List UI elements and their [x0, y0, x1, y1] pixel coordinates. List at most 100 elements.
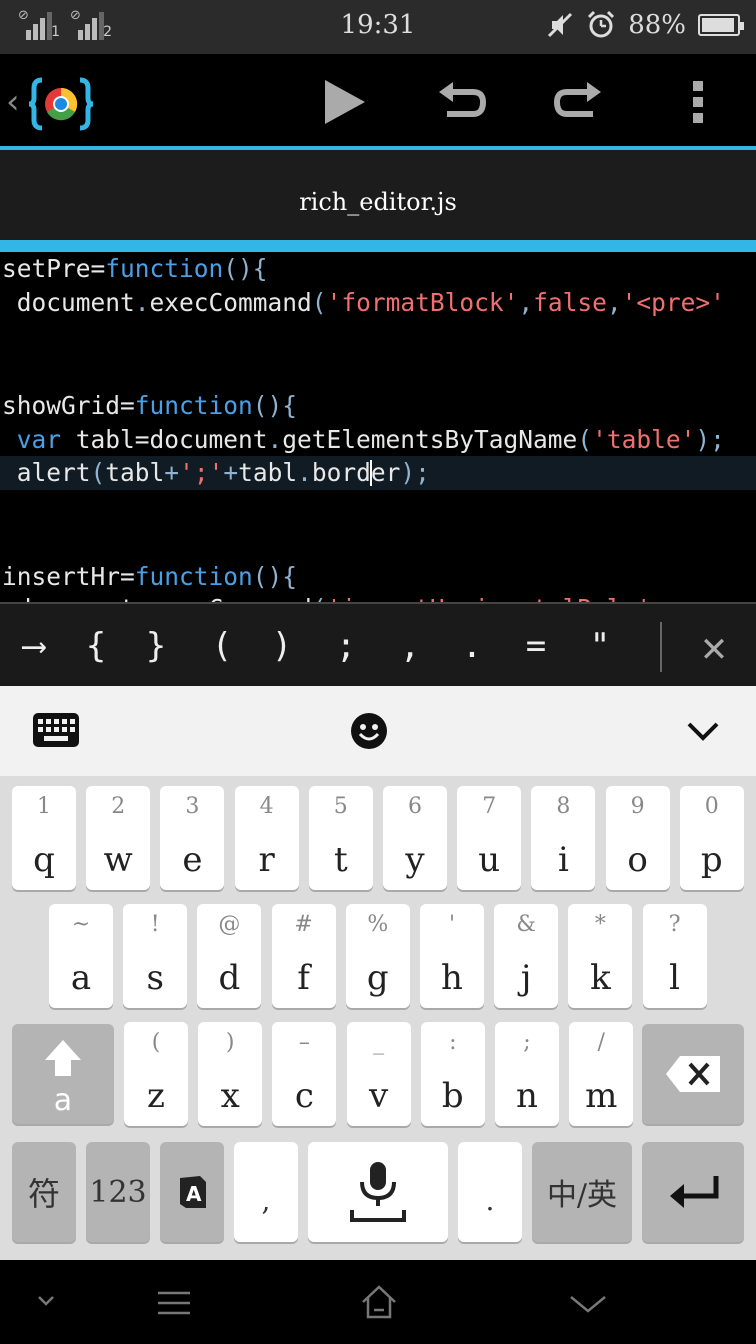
symbol-close-brace[interactable]: }: [126, 604, 186, 688]
key-z[interactable]: (z: [124, 1022, 188, 1126]
shift-key[interactable]: a: [12, 1024, 114, 1124]
key-i[interactable]: 8i: [531, 786, 596, 890]
code-editor[interactable]: setPre=function(){ document.execCommand(…: [0, 252, 756, 602]
key-main-label: h: [441, 958, 463, 998]
key-alt-label: :: [449, 1030, 457, 1055]
key-alt-label: /: [597, 1030, 605, 1055]
key-g[interactable]: % g: [345, 904, 410, 1008]
status-bar: ⊘ 1 ⊘ 2 19:31 88%: [0, 0, 756, 54]
backspace-icon: [666, 1056, 720, 1092]
tab-key[interactable]: ⟶: [4, 604, 64, 688]
key-alt-label: *: [594, 912, 606, 937]
key-e[interactable]: 3e: [160, 786, 225, 890]
key-main-label: p: [700, 840, 723, 880]
shift-arrow-icon: [45, 1040, 81, 1076]
nav-home-icon[interactable]: [360, 1284, 398, 1320]
key-y[interactable]: 6y: [383, 786, 447, 890]
code-line-7-current[interactable]: alert(tabl+';'+tabl.border);: [0, 456, 756, 490]
key-alt-label: ?: [668, 912, 681, 937]
space-voice-key[interactable]: [308, 1142, 448, 1242]
keyboard-switch-icon[interactable]: [32, 712, 80, 748]
shift-key-label: a: [53, 1083, 73, 1118]
key-h[interactable]: ' h: [420, 904, 484, 1008]
key-alt-label: @: [218, 912, 241, 937]
input-method-key[interactable]: A: [160, 1142, 224, 1242]
key-d[interactable]: @ d: [197, 904, 262, 1008]
code-line-2[interactable]: document.execCommand('formatBlock',false…: [2, 286, 725, 320]
key-main-label: x: [220, 1076, 240, 1116]
key-alt-label: 2: [111, 794, 126, 819]
key-a[interactable]: ~ a: [49, 904, 113, 1008]
symbol-open-paren[interactable]: (: [192, 604, 252, 688]
key-main-label: j: [520, 958, 532, 998]
key-main-label: i: [557, 840, 569, 880]
symbol-quote[interactable]: ": [570, 604, 630, 688]
key-alt-label: 7: [482, 794, 497, 819]
key-p[interactable]: 0p: [679, 786, 744, 890]
code-line-10[interactable]: insertHr=function(){: [2, 560, 297, 594]
hide-keyboard-chevron-icon[interactable]: [686, 720, 720, 742]
key-m[interactable]: / m: [569, 1022, 634, 1126]
key-alt-label: ): [225, 1030, 235, 1055]
key-main-label: y: [405, 840, 425, 880]
close-symbol-bar-icon[interactable]: ✕: [676, 604, 752, 688]
symbol-period[interactable]: .: [442, 604, 502, 688]
enter-key[interactable]: [642, 1142, 744, 1242]
run-button[interactable]: [312, 70, 376, 134]
code-line-5[interactable]: showGrid=function(){: [2, 389, 297, 423]
code-line-11-partial[interactable]: document.execCommand('insertHorizontalRu…: [2, 592, 651, 602]
key-j[interactable]: & j: [494, 904, 559, 1008]
key-x[interactable]: ) x: [198, 1022, 263, 1126]
key-main-label: f: [297, 958, 310, 998]
app-logo-icon[interactable]: [28, 74, 94, 134]
key-s[interactable]: ! s: [123, 904, 188, 1008]
key-f[interactable]: # f: [271, 904, 336, 1008]
key-alt-label: 3: [185, 794, 200, 819]
symbol-open-brace[interactable]: {: [66, 604, 126, 688]
input-method-icon: A: [180, 1176, 206, 1208]
undo-button[interactable]: [430, 70, 494, 134]
key-r[interactable]: 4r: [234, 786, 299, 890]
period-key[interactable]: .: [458, 1142, 522, 1242]
key-o[interactable]: 9o: [605, 786, 670, 890]
key-u[interactable]: 7u: [457, 786, 522, 890]
comma-key[interactable]: ,: [234, 1142, 298, 1242]
redo-icon: [553, 82, 601, 117]
nav-menu-icon[interactable]: [156, 1290, 192, 1316]
key-k[interactable]: * k: [568, 904, 633, 1008]
key-v[interactable]: _ v: [346, 1022, 411, 1126]
redo-button[interactable]: [546, 70, 610, 134]
backspace-key[interactable]: [642, 1024, 744, 1124]
overflow-menu-icon: [693, 81, 703, 123]
key-main-label: g: [366, 958, 389, 998]
language-switch-key[interactable]: 中/英: [532, 1142, 632, 1242]
battery-percent: 88%: [628, 10, 686, 40]
code-line-6[interactable]: var tabl=document.getElementsByTagName('…: [2, 423, 725, 457]
mute-icon: [548, 12, 573, 38]
key-b[interactable]: :b: [420, 1022, 485, 1126]
svg-text:A: A: [186, 1182, 202, 1206]
key-l[interactable]: ? l: [642, 904, 707, 1008]
battery-icon: [698, 14, 744, 36]
key-c[interactable]: – c: [272, 1022, 337, 1126]
key-q[interactable]: 1q: [12, 786, 76, 890]
symbol-equals[interactable]: =: [506, 604, 566, 688]
emoji-icon[interactable]: [350, 712, 388, 750]
numbers-key[interactable]: 123: [86, 1142, 150, 1242]
symbol-semicolon[interactable]: ;: [316, 604, 376, 688]
key-n[interactable]: ; n: [495, 1022, 559, 1126]
nav-back-icon[interactable]: [568, 1294, 608, 1314]
key-main-label: a: [70, 958, 92, 998]
overflow-menu-button[interactable]: [666, 70, 730, 134]
key-main-label: t: [333, 840, 348, 880]
key-t[interactable]: 5t: [308, 786, 373, 890]
nav-collapse-icon[interactable]: [36, 1294, 56, 1308]
symbols-key[interactable]: 符: [12, 1142, 76, 1242]
code-line-1[interactable]: setPre=function(){: [2, 252, 268, 286]
symbol-comma[interactable]: ,: [380, 604, 440, 688]
key-alt-label: 5: [333, 794, 348, 819]
symbol-close-paren[interactable]: ): [252, 604, 312, 688]
file-tab[interactable]: rich_editor.js: [0, 150, 756, 252]
key-w[interactable]: 2w: [86, 786, 151, 890]
back-chevron-icon[interactable]: ‹: [6, 82, 20, 122]
